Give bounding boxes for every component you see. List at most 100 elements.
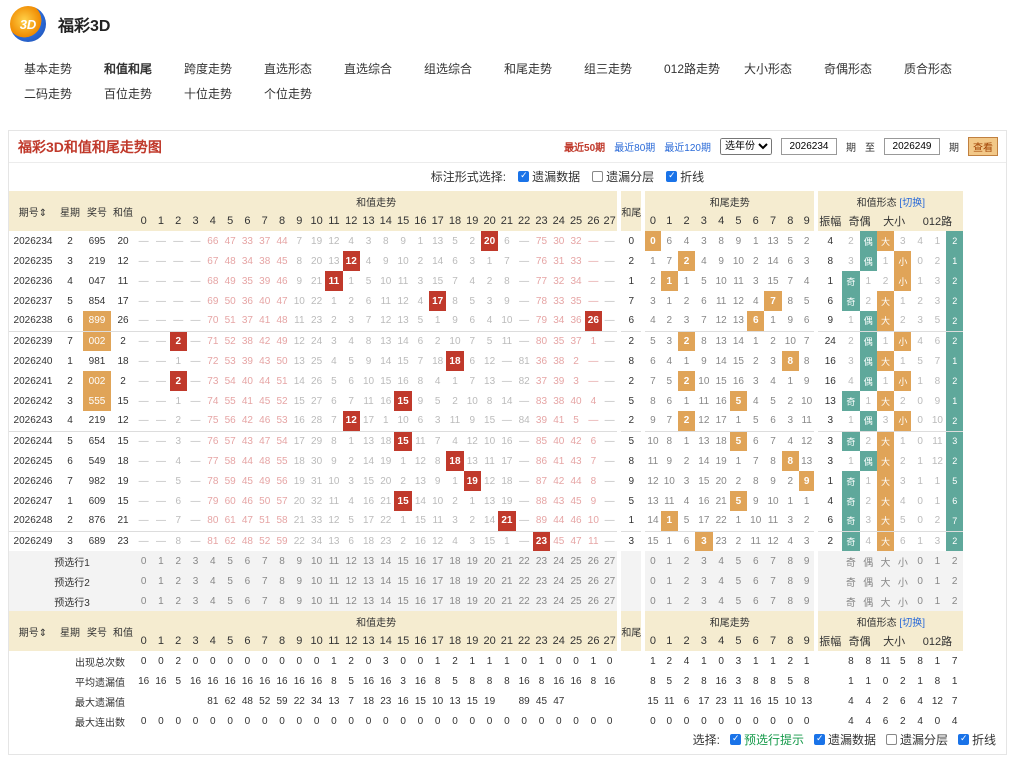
checkbox-icon[interactable]	[957, 733, 969, 745]
switch-link[interactable]: [切换]	[899, 618, 925, 629]
preselect-tail-cell[interactable]: 1	[660, 571, 678, 591]
preselect-sum-cell[interactable]: 5	[221, 571, 239, 591]
nav-link[interactable]: 百位走势	[104, 85, 184, 102]
preselect-sum-cell[interactable]: 16	[411, 551, 430, 571]
issue-sort-header[interactable]: 期号⇕	[9, 611, 57, 651]
draw-row[interactable]: 2026247 1 609 15— —6—79 60 46 50 57 20 32 11 4 16 21 15…	[9, 491, 964, 511]
preselect-sum-cell[interactable]: 12	[342, 571, 360, 591]
preselect-sum-cell[interactable]: 20	[480, 591, 499, 611]
preselect-tail-cell[interactable]: 7	[764, 551, 782, 571]
preselect-form-cell[interactable]: 偶	[859, 591, 877, 611]
preselect-tail-cell[interactable]: 4	[712, 551, 730, 571]
preselect-form-cell[interactable]: 奇	[842, 591, 860, 611]
draw-row[interactable]: 2026239 7 002 2— —2—71 52 38 42 49 12 24 3 4 8 13 14 6 2 1…	[9, 331, 964, 351]
preselect-sum-cell[interactable]: 19	[463, 591, 481, 611]
preselect-tail-cell[interactable]: 0	[641, 551, 661, 571]
draw-row[interactable]: 2026241 2 002 2— —2—73 54 40 44 51 14 26 5 6 10 15 16 8 4…	[9, 371, 964, 391]
preselect-tail-cell[interactable]: 5	[729, 591, 748, 611]
preselect-tail-cell[interactable]: 8	[781, 571, 799, 591]
preselect-sum-cell[interactable]: 3	[186, 591, 205, 611]
preselect-sum-cell[interactable]: 4	[204, 551, 222, 571]
preselect-sum-cell[interactable]: 1	[152, 571, 170, 591]
nav-link[interactable]: 质合形态	[904, 60, 984, 77]
preselect-sum-cell[interactable]: 5	[221, 551, 239, 571]
preselect-tail-cell[interactable]: 0	[641, 571, 661, 591]
preselect-sum-cell[interactable]: 27	[602, 551, 620, 571]
preselect-sum-cell[interactable]: 21	[498, 571, 516, 591]
preselect-sum-cell[interactable]: 21	[498, 551, 516, 571]
preselect-sum-cell[interactable]: 16	[411, 591, 430, 611]
nav-link[interactable]: 大小形态	[744, 60, 824, 77]
preselect-sum-cell[interactable]: 10	[307, 591, 326, 611]
bopt-layer[interactable]: 遗漏分层	[885, 731, 948, 748]
checkbox-icon[interactable]	[729, 733, 741, 745]
preselect-sum-cell[interactable]: 11	[325, 551, 343, 571]
preselect-tail-cell[interactable]: 6	[747, 551, 765, 571]
opt-line[interactable]: 折线	[666, 168, 704, 185]
preselect-form-cell[interactable]: 奇	[842, 551, 860, 571]
preselect-sum-cell[interactable]: 8	[273, 571, 291, 591]
preselect-sum-cell[interactable]: 9	[290, 571, 308, 591]
draw-row[interactable]: 2026242 3 555 15— —1—74 55 41 45 52 15 27 6 7 11 16 15 9…	[9, 391, 964, 411]
period-50-link[interactable]: 最近50期	[564, 139, 605, 154]
issue-sort-header[interactable]: 期号⇕	[9, 191, 57, 231]
preselect-sum-cell[interactable]: 14	[377, 591, 395, 611]
preselect-sum-cell[interactable]: 11	[325, 591, 343, 611]
nav-link[interactable]: 直选形态	[264, 60, 344, 77]
preselect-sum-cell[interactable]: 11	[325, 571, 343, 591]
preselect-sum-cell[interactable]: 12	[342, 591, 360, 611]
period-80-link[interactable]: 最近80期	[614, 139, 655, 154]
draw-row[interactable]: 2026235 3 219 12— — — —67 48 34 38 45 8 20 13 12 4 9 10 2 1…	[9, 251, 964, 271]
year-select[interactable]: 选年份	[720, 138, 772, 155]
preselect-sum-cell[interactable]: 6	[238, 551, 257, 571]
preselect-form-cell[interactable]: 大	[876, 551, 895, 571]
preselect-tail-cell[interactable]: 7	[764, 571, 782, 591]
preselect-tail-cell[interactable]: 5	[729, 551, 748, 571]
preselect-sum-cell[interactable]: 18	[446, 591, 464, 611]
preselect-form-cell[interactable]: 2	[946, 551, 964, 571]
preselect-sum-cell[interactable]: 23	[532, 571, 551, 591]
preselect-sum-cell[interactable]: 26	[584, 571, 603, 591]
preselect-sum-cell[interactable]: 19	[463, 571, 481, 591]
preselect-sum-cell[interactable]: 13	[359, 551, 378, 571]
preselect-sum-cell[interactable]: 7	[256, 551, 274, 571]
preselect-sum-cell[interactable]: 8	[273, 551, 291, 571]
nav-link[interactable]: 二码走势	[24, 85, 104, 102]
preselect-sum-cell[interactable]: 0	[135, 591, 153, 611]
preselect-sum-cell[interactable]: 10	[307, 551, 326, 571]
preselect-sum-cell[interactable]: 2	[169, 591, 187, 611]
draw-row[interactable]: 2026234 2 695 20— — — —66 47 33 37 44 7 19 12 4 3 8 9 1 13 5…	[9, 231, 964, 251]
preselect-sum-cell[interactable]: 3	[186, 551, 205, 571]
preselect-form-cell[interactable]: 大	[876, 571, 895, 591]
draw-row[interactable]: 2026245 6 549 18— —4—77 58 44 48 55 18 30 9 2 14 19 1 12…	[9, 451, 964, 471]
preselect-sum-cell[interactable]: 3	[186, 571, 205, 591]
preselect-sum-cell[interactable]: 27	[602, 571, 620, 591]
preselect-row[interactable]: 预选行3 0 1 2 3 4 5 6 7 8 9 10 11 12 13 14 15 16 17 18 19 20 21 22…	[9, 591, 964, 611]
nav-link[interactable]: 和值和尾	[104, 60, 184, 77]
opt-layer[interactable]: 遗漏分层	[592, 168, 654, 185]
switch-link[interactable]: [切换]	[899, 198, 925, 209]
nav-link[interactable]: 012路走势	[664, 60, 744, 77]
preselect-sum-cell[interactable]: 12	[342, 551, 360, 571]
preselect-tail-cell[interactable]: 5	[729, 571, 748, 591]
preselect-sum-cell[interactable]: 18	[446, 571, 464, 591]
preselect-row[interactable]: 预选行2 0 1 2 3 4 5 6 7 8 9 10 11 12 13 14 15 16 17 18 19 20 21 22…	[9, 571, 964, 591]
preselect-sum-cell[interactable]: 20	[480, 551, 499, 571]
nav-link[interactable]: 组三走势	[584, 60, 664, 77]
bopt-missing[interactable]: 遗漏数据	[813, 731, 876, 748]
preselect-sum-cell[interactable]: 25	[567, 551, 585, 571]
preselect-sum-cell[interactable]: 20	[480, 571, 499, 591]
preselect-tail-cell[interactable]: 0	[641, 591, 661, 611]
preselect-sum-cell[interactable]: 14	[377, 551, 395, 571]
preselect-tail-cell[interactable]: 8	[781, 551, 799, 571]
preselect-sum-cell[interactable]: 2	[169, 571, 187, 591]
draw-row[interactable]: 2026238 6 899 26— — — —70 51 37 41 48 11 23 2 3 7 12 13 5 1…	[9, 311, 964, 331]
nav-link[interactable]: 组选综合	[424, 60, 504, 77]
preselect-tail-cell[interactable]: 1	[660, 551, 678, 571]
draw-row[interactable]: 2026248 2 876 21— —7—80 61 47 51 58 21 33 12 5 17 22 1 1…	[9, 511, 964, 531]
preselect-tail-cell[interactable]: 2	[677, 591, 696, 611]
preselect-sum-cell[interactable]: 27	[602, 591, 620, 611]
preselect-form-cell[interactable]: 小	[894, 591, 912, 611]
opt-missing[interactable]: 遗漏数据	[518, 168, 580, 185]
preselect-sum-cell[interactable]: 17	[429, 551, 447, 571]
